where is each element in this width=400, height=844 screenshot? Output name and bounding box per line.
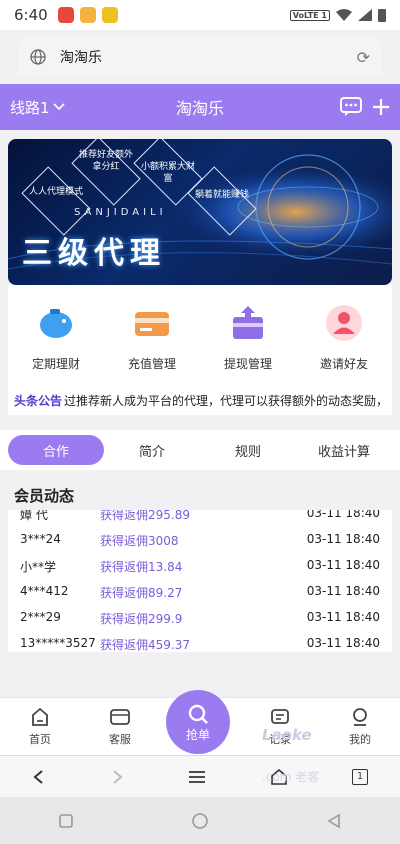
system-home-icon[interactable] xyxy=(191,812,209,830)
banner-tag: 小额积累大财富 xyxy=(140,162,195,184)
status-bar: 6:40 VoLTE 1 xyxy=(0,0,400,30)
feature-label: 充值管理 xyxy=(127,357,176,371)
member-user: 3***24 xyxy=(20,532,61,546)
notice-tag: 头条公告 xyxy=(14,393,63,408)
grab-order-label: 抢单 xyxy=(185,727,210,742)
feature-withdraw[interactable]: 提现管理 xyxy=(203,303,293,385)
reload-icon[interactable]: ⟳ xyxy=(357,48,370,67)
chat-icon[interactable] xyxy=(340,97,362,117)
feature-recharge[interactable]: 充值管理 xyxy=(107,303,197,385)
member-action: 获得返佣3008 xyxy=(100,534,179,548)
feature-invite[interactable]: 邀请好友 xyxy=(299,303,389,385)
member-activity-title: 会员动态 xyxy=(14,487,75,505)
service-icon xyxy=(110,708,130,725)
status-time: 6:40 xyxy=(14,6,48,24)
content-tabs: 合作 简介 规则 收益计算 xyxy=(0,430,400,470)
wifi-icon xyxy=(336,9,352,21)
system-back-icon[interactable] xyxy=(326,813,342,829)
feature-label: 提现管理 xyxy=(223,357,272,371)
banner-tag: 躺着就能赚钱 xyxy=(194,190,249,200)
list-item: 小**学 获得返佣13.84 03-11 18:40 xyxy=(8,552,392,578)
piggy-bank-icon xyxy=(40,309,72,338)
list-item: 13*****3527 获得返佣459.37 03-11 18:40 xyxy=(8,630,392,652)
menu-icon[interactable] xyxy=(188,770,206,784)
watermark-domain: .com 老客 xyxy=(262,770,320,784)
grab-order-button[interactable]: 抢单 xyxy=(166,690,230,754)
nav-mine[interactable]: 我的 xyxy=(320,698,400,755)
app-notification-icon xyxy=(79,7,96,23)
weibo-app-icon xyxy=(57,7,74,23)
forward-icon[interactable] xyxy=(110,769,124,785)
banner-headline: 三级代理 xyxy=(22,236,166,271)
tab-rules[interactable]: 规则 xyxy=(200,435,296,465)
member-user: 4***412 xyxy=(20,584,69,598)
tab-earnings-calc[interactable]: 收益计算 xyxy=(296,435,392,465)
banner-tag: 人人代理模式 xyxy=(28,187,83,197)
back-icon[interactable] xyxy=(32,769,46,785)
member-time: 03-11 18:40 xyxy=(306,558,380,572)
address-bar[interactable]: 淘淘乐 ⟳ xyxy=(18,38,382,76)
system-nav xyxy=(0,797,400,844)
signal-icon xyxy=(358,9,372,21)
line-selector-label: 线路1 xyxy=(10,98,50,117)
member-user: 小**学 xyxy=(20,560,57,574)
battery-icon xyxy=(378,8,386,22)
banner-tag: 推荐好友额外拿分红 xyxy=(78,150,133,172)
member-action: 获得返佣89.27 xyxy=(100,586,183,600)
feature-row: 定期理财 充值管理 提现管理 邀请好友 xyxy=(8,285,392,385)
card-icon xyxy=(135,312,169,336)
app-header: 线路1 淘淘乐 xyxy=(0,84,400,130)
list-item: 3***24 获得返佣3008 03-11 18:40 xyxy=(8,526,392,552)
line-selector[interactable]: 线路1 xyxy=(10,97,65,118)
tabs-count-button[interactable]: 1 xyxy=(352,768,368,785)
invite-friend-icon xyxy=(326,305,362,341)
watermark-brand: Laoke xyxy=(262,726,312,744)
globe-icon xyxy=(30,49,46,65)
feature-label: 邀请好友 xyxy=(319,357,368,371)
records-icon xyxy=(271,708,289,724)
member-user: 13*****3527 xyxy=(20,636,96,650)
banner-subtitle: SANJIDAILI xyxy=(74,207,167,218)
tab-cooperation[interactable]: 合作 xyxy=(8,435,104,465)
add-icon[interactable] xyxy=(372,98,390,116)
member-action: 获得返佣299.9 xyxy=(100,612,183,626)
address-title: 淘淘乐 xyxy=(60,50,102,66)
nav-mine-label: 我的 xyxy=(349,732,371,746)
nav-home[interactable]: 首页 xyxy=(0,698,80,755)
list-item: 2***29 获得返佣299.9 03-11 18:40 xyxy=(8,604,392,630)
tab-intro[interactable]: 简介 xyxy=(104,435,200,465)
member-time: 03-11 18:40 xyxy=(306,532,380,546)
list-item: 嫜 代 获得返佣295.89 03-11 18:40 xyxy=(8,510,392,526)
member-user: 嫜 代 xyxy=(20,510,48,522)
member-time: 03-11 18:40 xyxy=(306,510,380,520)
tabs-count: 1 xyxy=(356,771,364,782)
member-action: 获得返佣459.37 xyxy=(100,638,190,652)
search-order-icon xyxy=(188,704,208,724)
member-action: 获得返佣13.84 xyxy=(100,560,183,574)
withdraw-icon xyxy=(233,306,263,339)
chevron-down-icon xyxy=(52,103,65,111)
member-action: 获得返佣295.89 xyxy=(100,510,190,522)
member-user: 2***29 xyxy=(20,610,61,624)
status-app-icons xyxy=(57,7,118,23)
recent-apps-icon[interactable] xyxy=(58,813,74,829)
member-time: 03-11 18:40 xyxy=(306,584,380,598)
member-time: 03-11 18:40 xyxy=(306,636,380,650)
browser-nav: 1 xyxy=(0,755,400,797)
home-icon xyxy=(32,707,48,726)
list-item: 4***412 获得返佣89.27 03-11 18:40 xyxy=(8,578,392,604)
nav-service[interactable]: 客服 xyxy=(80,698,160,755)
member-time: 03-11 18:40 xyxy=(306,610,380,624)
volte-indicator: VoLTE 1 xyxy=(289,9,330,21)
notice-text: 过推荐新人成为平台的代理，代理可以获得额外的动态奖励， xyxy=(64,393,389,408)
feature-label: 定期理财 xyxy=(31,357,80,371)
nav-service-label: 客服 xyxy=(109,732,131,746)
meituan-app-icon xyxy=(101,7,118,23)
feature-fixed-finance[interactable]: 定期理财 xyxy=(11,303,101,385)
nav-home-label: 首页 xyxy=(29,732,51,746)
notice-bar[interactable]: 头条公告 过推荐新人成为平台的代理，代理可以获得额外的动态奖励， xyxy=(8,385,392,415)
profile-icon xyxy=(353,707,367,726)
member-activity-list[interactable]: 嫜 代 获得返佣295.89 03-11 18:40 3***24 获得返佣30… xyxy=(8,510,392,652)
